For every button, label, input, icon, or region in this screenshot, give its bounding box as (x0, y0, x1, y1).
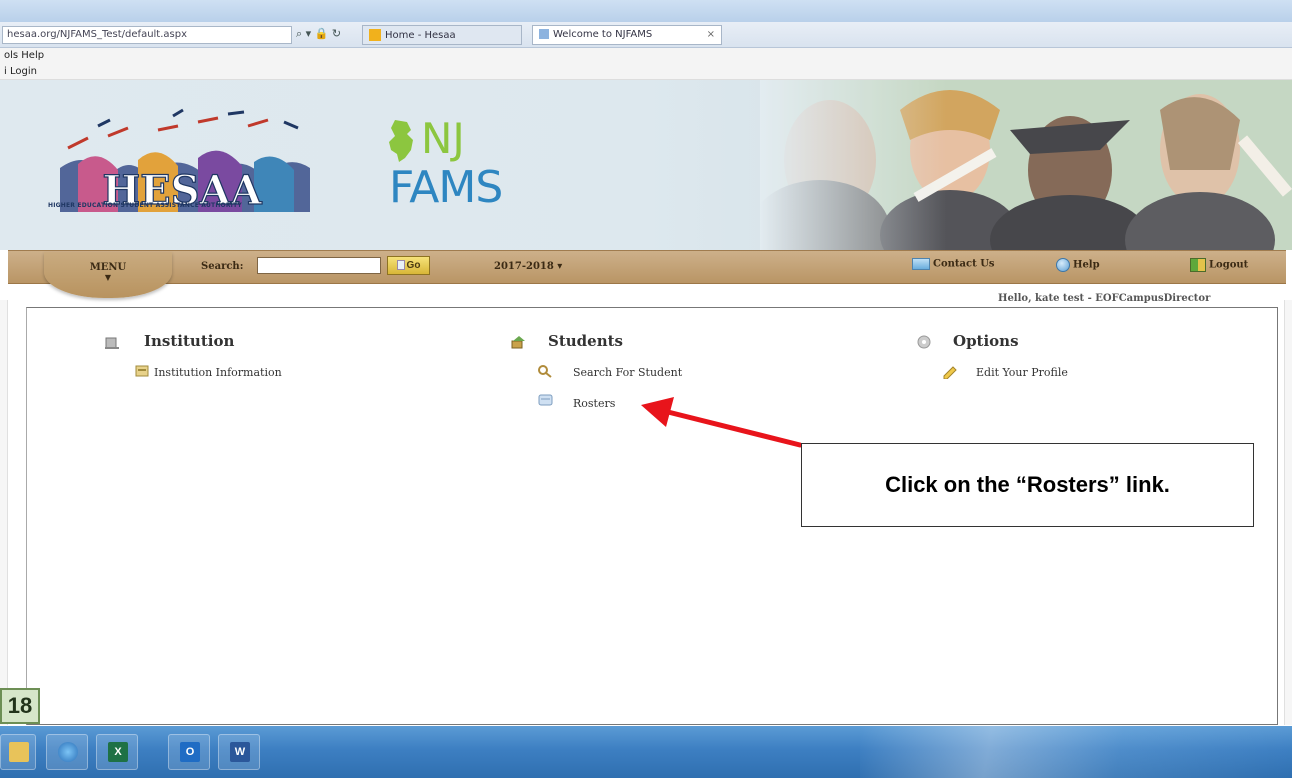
section-title-options: Options (953, 332, 1019, 350)
year-selector[interactable]: 2017-2018 ▾ (494, 261, 562, 272)
page-number-badge: 18 (0, 688, 40, 724)
graduates-photo (760, 80, 1292, 250)
outlook-button[interactable]: O (168, 734, 210, 770)
close-tab-icon[interactable]: × (707, 29, 715, 40)
browser-menu-bar[interactable]: ols Help (0, 48, 1292, 64)
rosters-icon (538, 394, 553, 406)
right-page-edge (1284, 300, 1292, 725)
dropdown-icon[interactable]: ▾ (306, 27, 312, 40)
hesaa-favicon-icon (369, 29, 381, 41)
refresh-icon[interactable]: ↻ (332, 27, 341, 40)
edit-pencil-icon (943, 366, 957, 379)
logout-link[interactable]: Logout (1190, 258, 1248, 272)
search-icon[interactable]: ⌕ (296, 27, 302, 40)
annotation-callout: Click on the “Rosters” link. (801, 443, 1254, 527)
site-banner: HESAA HIGHER EDUCATION STUDENT ASSISTANC… (0, 80, 1292, 250)
address-tools[interactable]: ⌕ ▾ 🔒 ↻ (296, 27, 341, 41)
left-page-edge (0, 300, 8, 725)
hesaa-tagline: HIGHER EDUCATION STUDENT ASSISTANCE AUTH… (48, 202, 242, 209)
user-greeting: Hello, kate test - EOFCampusDirector (998, 293, 1211, 304)
search-icon (538, 365, 552, 378)
section-title-students: Students (548, 332, 623, 350)
rosters-link[interactable]: Rosters (573, 397, 615, 410)
word-button[interactable]: W (218, 734, 260, 770)
search-input[interactable] (257, 257, 381, 274)
search-label: Search: (201, 261, 244, 272)
tab-welcome-njfams[interactable]: Welcome to NJFAMS × (532, 25, 722, 45)
excel-icon: X (108, 742, 128, 762)
institution-information-link[interactable]: Institution Information (154, 366, 282, 379)
browser-address-bar: hesaa.org/NJFAMS_Test/default.aspx ⌕ ▾ 🔒… (0, 22, 1292, 48)
favorites-bar[interactable]: i Login (0, 64, 1292, 80)
lock-icon[interactable]: 🔒 (315, 27, 329, 40)
logout-icon (1190, 258, 1206, 272)
gear-icon (917, 335, 931, 349)
outlook-icon: O (180, 742, 200, 762)
edit-your-profile-link[interactable]: Edit Your Profile (976, 366, 1068, 379)
menu-button[interactable]: MENU ▼ (44, 252, 172, 298)
excel-button[interactable]: X (96, 734, 138, 770)
taskbar-sheen (860, 726, 1292, 778)
students-icon (511, 336, 525, 349)
institution-info-icon (135, 365, 149, 377)
section-title-institution: Institution (144, 332, 235, 350)
page-icon (396, 260, 405, 271)
folder-icon (9, 742, 29, 762)
address-input[interactable]: hesaa.org/NJFAMS_Test/default.aspx (2, 26, 292, 44)
internet-explorer-button[interactable] (46, 734, 88, 770)
njfams-logo: NJ FAMS (385, 110, 555, 220)
word-icon: W (230, 742, 250, 762)
windows-explorer-button[interactable] (0, 734, 36, 770)
windows-taskbar: X O W (0, 726, 1292, 778)
browser-title-bar (0, 0, 1292, 22)
tab-home-hesaa[interactable]: Home - Hesaa (362, 25, 522, 45)
help-icon (1056, 258, 1070, 272)
new-jersey-state-icon (389, 120, 413, 162)
help-link[interactable]: Help (1056, 258, 1100, 272)
chevron-down-icon: ▼ (104, 273, 112, 282)
go-button[interactable]: Go (387, 256, 430, 275)
internet-explorer-icon (58, 742, 78, 762)
envelope-icon (912, 258, 930, 270)
search-for-student-link[interactable]: Search For Student (573, 366, 682, 379)
njfams-favicon-icon (539, 29, 549, 39)
contact-us-link[interactable]: Contact Us (912, 258, 995, 270)
institution-building-icon (105, 337, 119, 349)
